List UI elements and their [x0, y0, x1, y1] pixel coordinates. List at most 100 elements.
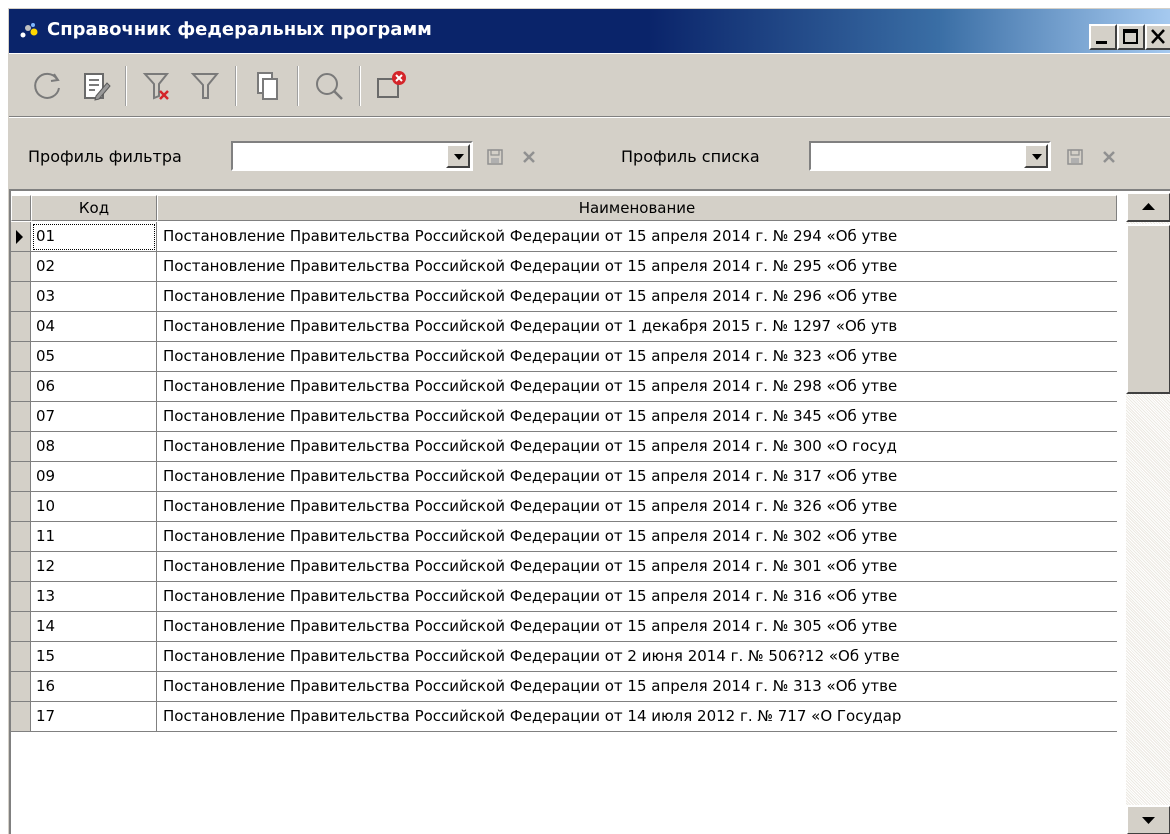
code-cell[interactable]: 15	[31, 642, 157, 672]
table-row[interactable]: 09 Постановление Правительства Российской…	[11, 462, 1117, 492]
code-cell[interactable]: 09	[31, 462, 157, 492]
name-cell[interactable]: Постановление Правительства Российской Ф…	[157, 312, 1117, 342]
name-cell[interactable]: Постановление Правительства Российской Ф…	[157, 252, 1117, 282]
row-indicator[interactable]	[11, 462, 31, 492]
code-cell[interactable]: 12	[31, 552, 157, 582]
scroll-thumb[interactable]	[1126, 224, 1170, 394]
filter-button[interactable]	[185, 66, 225, 106]
name-cell[interactable]: Постановление Правительства Российской Ф…	[157, 222, 1117, 252]
code-cell[interactable]: 05	[31, 342, 157, 372]
code-cell[interactable]: 13	[31, 582, 157, 612]
name-cell[interactable]: Постановление Правительства Российской Ф…	[157, 552, 1117, 582]
table-row[interactable]: 05 Постановление Правительства Российской…	[11, 342, 1117, 372]
row-indicator[interactable]	[11, 672, 31, 702]
column-header-code[interactable]: Код	[31, 195, 157, 221]
maximize-button[interactable]	[1117, 24, 1145, 50]
table-row[interactable]: 14 Постановление Правительства Российской…	[11, 612, 1117, 642]
refresh-button[interactable]	[27, 66, 67, 106]
save-filter-profile-icon[interactable]	[487, 149, 503, 165]
row-indicator[interactable]	[11, 252, 31, 282]
code-cell[interactable]: 07	[31, 402, 157, 432]
name-cell[interactable]: Постановление Правительства Российской Ф…	[157, 282, 1117, 312]
row-indicator[interactable]	[11, 432, 31, 462]
toolbar-separator	[125, 66, 127, 106]
table-row[interactable]: 17 Постановление Правительства Российской…	[11, 702, 1117, 732]
row-indicator[interactable]	[11, 282, 31, 312]
list-profile-dropdown-button[interactable]	[1024, 144, 1048, 168]
code-cell[interactable]: 04	[31, 312, 157, 342]
window-title: Справочник федеральных программ	[47, 19, 432, 40]
filter-profile-select[interactable]	[231, 141, 473, 171]
close-button[interactable]	[1145, 24, 1170, 50]
table-row[interactable]: 16 Постановление Правительства Российской…	[11, 672, 1117, 702]
code-cell[interactable]: 03	[31, 282, 157, 312]
table-row[interactable]: 02 Постановление Правительства Российской…	[11, 252, 1117, 282]
table-row[interactable]: 06 Постановление Правительства Российской…	[11, 372, 1117, 402]
table-row[interactable]: 04 Постановление Правительства Российской…	[11, 312, 1117, 342]
delete-list-profile-icon[interactable]	[1101, 149, 1117, 165]
row-indicator[interactable]	[11, 312, 31, 342]
code-cell[interactable]: 10	[31, 492, 157, 522]
row-indicator[interactable]	[11, 372, 31, 402]
name-cell[interactable]: Постановление Правительства Российской Ф…	[157, 612, 1117, 642]
column-header-name[interactable]: Наименование	[157, 195, 1117, 221]
row-indicator[interactable]	[11, 522, 31, 552]
vertical-scrollbar[interactable]	[1126, 192, 1170, 834]
name-cell[interactable]: Постановление Правительства Российской Ф…	[157, 432, 1117, 462]
arrow-down-icon	[1142, 817, 1155, 824]
copy-button[interactable]	[247, 66, 287, 106]
minimize-icon	[1096, 41, 1107, 44]
name-cell[interactable]: Постановление Правительства Российской Ф…	[157, 642, 1117, 672]
delete-filter-profile-icon[interactable]	[521, 149, 537, 165]
row-indicator[interactable]	[11, 342, 31, 372]
name-cell[interactable]: Постановление Правительства Российской Ф…	[157, 522, 1117, 552]
row-indicator[interactable]	[11, 702, 31, 732]
filter-bar: Профиль фильтра Профиль списка	[9, 117, 1170, 189]
list-profile-select[interactable]	[809, 141, 1051, 171]
code-cell[interactable]: 08	[31, 432, 157, 462]
table-row[interactable]: 12 Постановление Правительства Российской…	[11, 552, 1117, 582]
name-cell[interactable]: Постановление Правительства Российской Ф…	[157, 672, 1117, 702]
row-indicator[interactable]	[11, 582, 31, 612]
edit-button[interactable]	[75, 66, 115, 106]
table-row[interactable]: 08 Постановление Правительства Российской…	[11, 432, 1117, 462]
clear-filter-button[interactable]	[137, 66, 177, 106]
data-grid[interactable]: Код Наименование 01 Постановление Правите…	[9, 189, 1170, 834]
row-indicator[interactable]	[11, 402, 31, 432]
app-icon	[20, 23, 38, 38]
row-indicator[interactable]	[11, 642, 31, 672]
row-indicator[interactable]	[11, 612, 31, 642]
table-row[interactable]: 01 Постановление Правительства Российской…	[11, 222, 1117, 252]
table-row[interactable]: 10 Постановление Правительства Российской…	[11, 492, 1117, 522]
code-cell[interactable]: 16	[31, 672, 157, 702]
name-cell[interactable]: Постановление Правительства Российской Ф…	[157, 462, 1117, 492]
name-cell[interactable]: Постановление Правительства Российской Ф…	[157, 492, 1117, 522]
filter-profile-dropdown-button[interactable]	[446, 144, 470, 168]
save-list-profile-icon[interactable]	[1067, 149, 1083, 165]
scroll-down-button[interactable]	[1126, 805, 1170, 834]
title-bar[interactable]: Справочник федеральных программ	[9, 9, 1170, 53]
name-cell[interactable]: Постановление Правительства Российской Ф…	[157, 372, 1117, 402]
row-indicator[interactable]	[11, 492, 31, 522]
table-row[interactable]: 11 Постановление Правительства Российской…	[11, 522, 1117, 552]
minimize-button[interactable]	[1089, 24, 1117, 50]
close-window-button[interactable]	[371, 66, 411, 106]
code-cell[interactable]: 17	[31, 702, 157, 732]
code-cell[interactable]: 01	[31, 222, 157, 252]
table-row[interactable]: 13 Постановление Правительства Российской…	[11, 582, 1117, 612]
code-cell[interactable]: 06	[31, 372, 157, 402]
name-cell[interactable]: Постановление Правительства Российской Ф…	[157, 342, 1117, 372]
table-row[interactable]: 15 Постановление Правительства Российской…	[11, 642, 1117, 672]
search-button[interactable]	[309, 66, 349, 106]
scroll-up-button[interactable]	[1126, 192, 1170, 222]
current-row-indicator[interactable]	[11, 222, 31, 252]
table-row[interactable]: 07 Постановление Правительства Российской…	[11, 402, 1117, 432]
code-cell[interactable]: 14	[31, 612, 157, 642]
name-cell[interactable]: Постановление Правительства Российской Ф…	[157, 702, 1117, 732]
row-indicator[interactable]	[11, 552, 31, 582]
name-cell[interactable]: Постановление Правительства Российской Ф…	[157, 402, 1117, 432]
code-cell[interactable]: 02	[31, 252, 157, 282]
code-cell[interactable]: 11	[31, 522, 157, 552]
table-row[interactable]: 03 Постановление Правительства Российской…	[11, 282, 1117, 312]
name-cell[interactable]: Постановление Правительства Российской Ф…	[157, 582, 1117, 612]
